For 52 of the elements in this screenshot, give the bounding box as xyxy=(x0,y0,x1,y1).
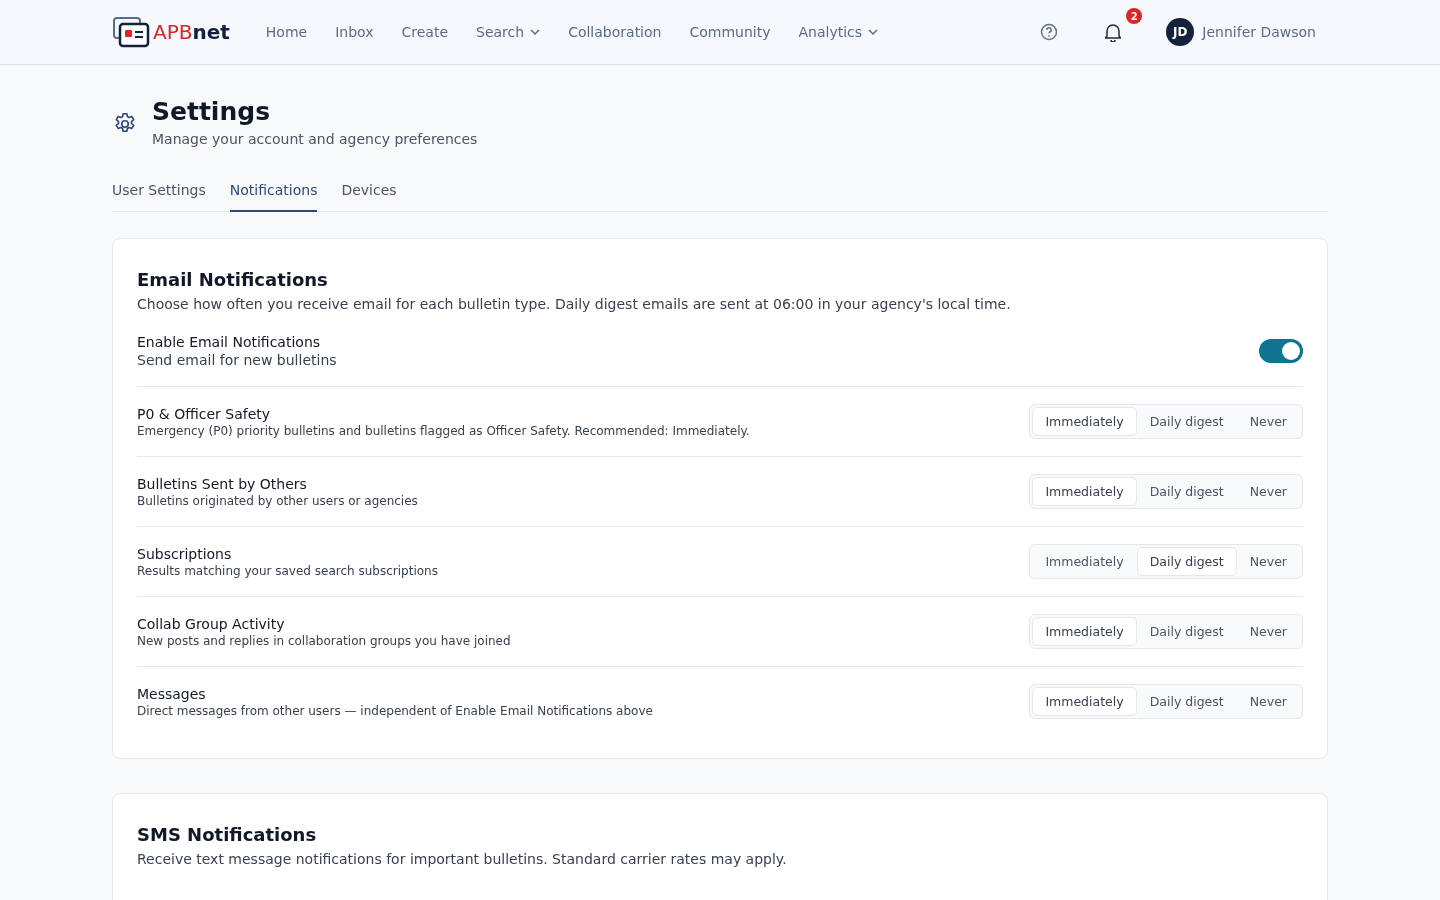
logo-text: APB xyxy=(153,20,193,44)
setting-label: P0 & Officer Safety xyxy=(137,405,272,422)
frequency-option[interactable]: Daily digest xyxy=(1136,547,1237,576)
logo-icon[interactable] xyxy=(112,16,150,48)
frequency-option[interactable]: Daily digest xyxy=(1136,687,1237,716)
section-description: Receive text message notifications for important bulletins. Standard carrier rates may apply. xyxy=(137,851,788,867)
frequency-option[interactable]: Never xyxy=(1236,687,1300,716)
nav-link[interactable]: Community xyxy=(689,24,771,40)
user-name[interactable]: Jennifer Dawson xyxy=(1202,24,1316,40)
frequency-option[interactable]: Immediately xyxy=(1032,617,1137,646)
frequency-option[interactable]: Never xyxy=(1236,617,1300,646)
setting-hint: Direct messages from other users — independent of Enable Email Notifications above xyxy=(137,703,653,718)
nav-link[interactable]: Collaboration xyxy=(568,24,662,40)
frequency-option[interactable]: Never xyxy=(1236,407,1300,436)
setting-label: Messages xyxy=(137,685,207,702)
frequency-option[interactable]: Immediately xyxy=(1032,687,1137,716)
nav-link[interactable]: Inbox xyxy=(335,24,374,40)
nav-link[interactable]: Home xyxy=(265,24,308,40)
notification-count-badge: 2 xyxy=(1126,8,1143,24)
page-title: Settings xyxy=(152,97,271,127)
toggle-switch[interactable] xyxy=(1259,339,1303,363)
notification-bell-icon[interactable] xyxy=(1104,22,1123,42)
tab[interactable]: Notifications xyxy=(229,177,318,212)
section-title: SMS Notifications xyxy=(137,824,318,845)
tab[interactable]: Devices xyxy=(341,177,397,212)
setting-label: Enable Email Notifications xyxy=(137,334,322,350)
setting-hint: New posts and replies in collaboration groups you have joined xyxy=(137,633,511,648)
user-avatar[interactable]: JD xyxy=(1166,18,1195,46)
setting-hint: Emergency (P0) priority bulletins and bulletins flagged as Officer Safety. Recommended: Immediately. xyxy=(137,423,750,438)
frequency-option[interactable]: Daily digest xyxy=(1136,477,1237,506)
nav-link[interactable]: Create xyxy=(401,24,449,40)
frequency-option[interactable]: Daily digest xyxy=(1136,617,1237,646)
setting-hint: Results matching your saved search subscriptions xyxy=(137,563,438,578)
frequency-option[interactable]: Immediately xyxy=(1032,407,1137,436)
frequency-option[interactable]: Immediately xyxy=(1032,477,1137,506)
setting-label: Subscriptions xyxy=(137,545,233,562)
frequency-option[interactable]: Daily digest xyxy=(1136,407,1237,436)
frequency-option[interactable]: Immediately xyxy=(1032,547,1137,576)
setting-label: Collab Group Activity xyxy=(137,615,286,632)
section-title: Email Notifications xyxy=(137,269,329,290)
section-description: Choose how often you receive email for each bulletin type. Daily digest emails are sent at 06:00 in your agency's local time. xyxy=(137,296,1012,312)
nav-link[interactable]: Search xyxy=(476,24,541,40)
logo-text-suffix: net xyxy=(192,20,230,44)
setting-hint: Send email for new bulletins xyxy=(137,352,337,368)
tab[interactable]: User Settings xyxy=(112,177,206,212)
help-icon[interactable] xyxy=(1040,23,1059,41)
setting-hint: Bulletins originated by other users or agencies xyxy=(137,493,418,508)
page-subtitle: Manage your account and agency preferences xyxy=(152,131,478,147)
nav-link[interactable]: Analytics xyxy=(798,24,879,40)
frequency-option[interactable]: Never xyxy=(1236,547,1300,576)
frequency-option[interactable]: Never xyxy=(1236,477,1300,506)
setting-label: Bulletins Sent by Others xyxy=(137,475,308,492)
